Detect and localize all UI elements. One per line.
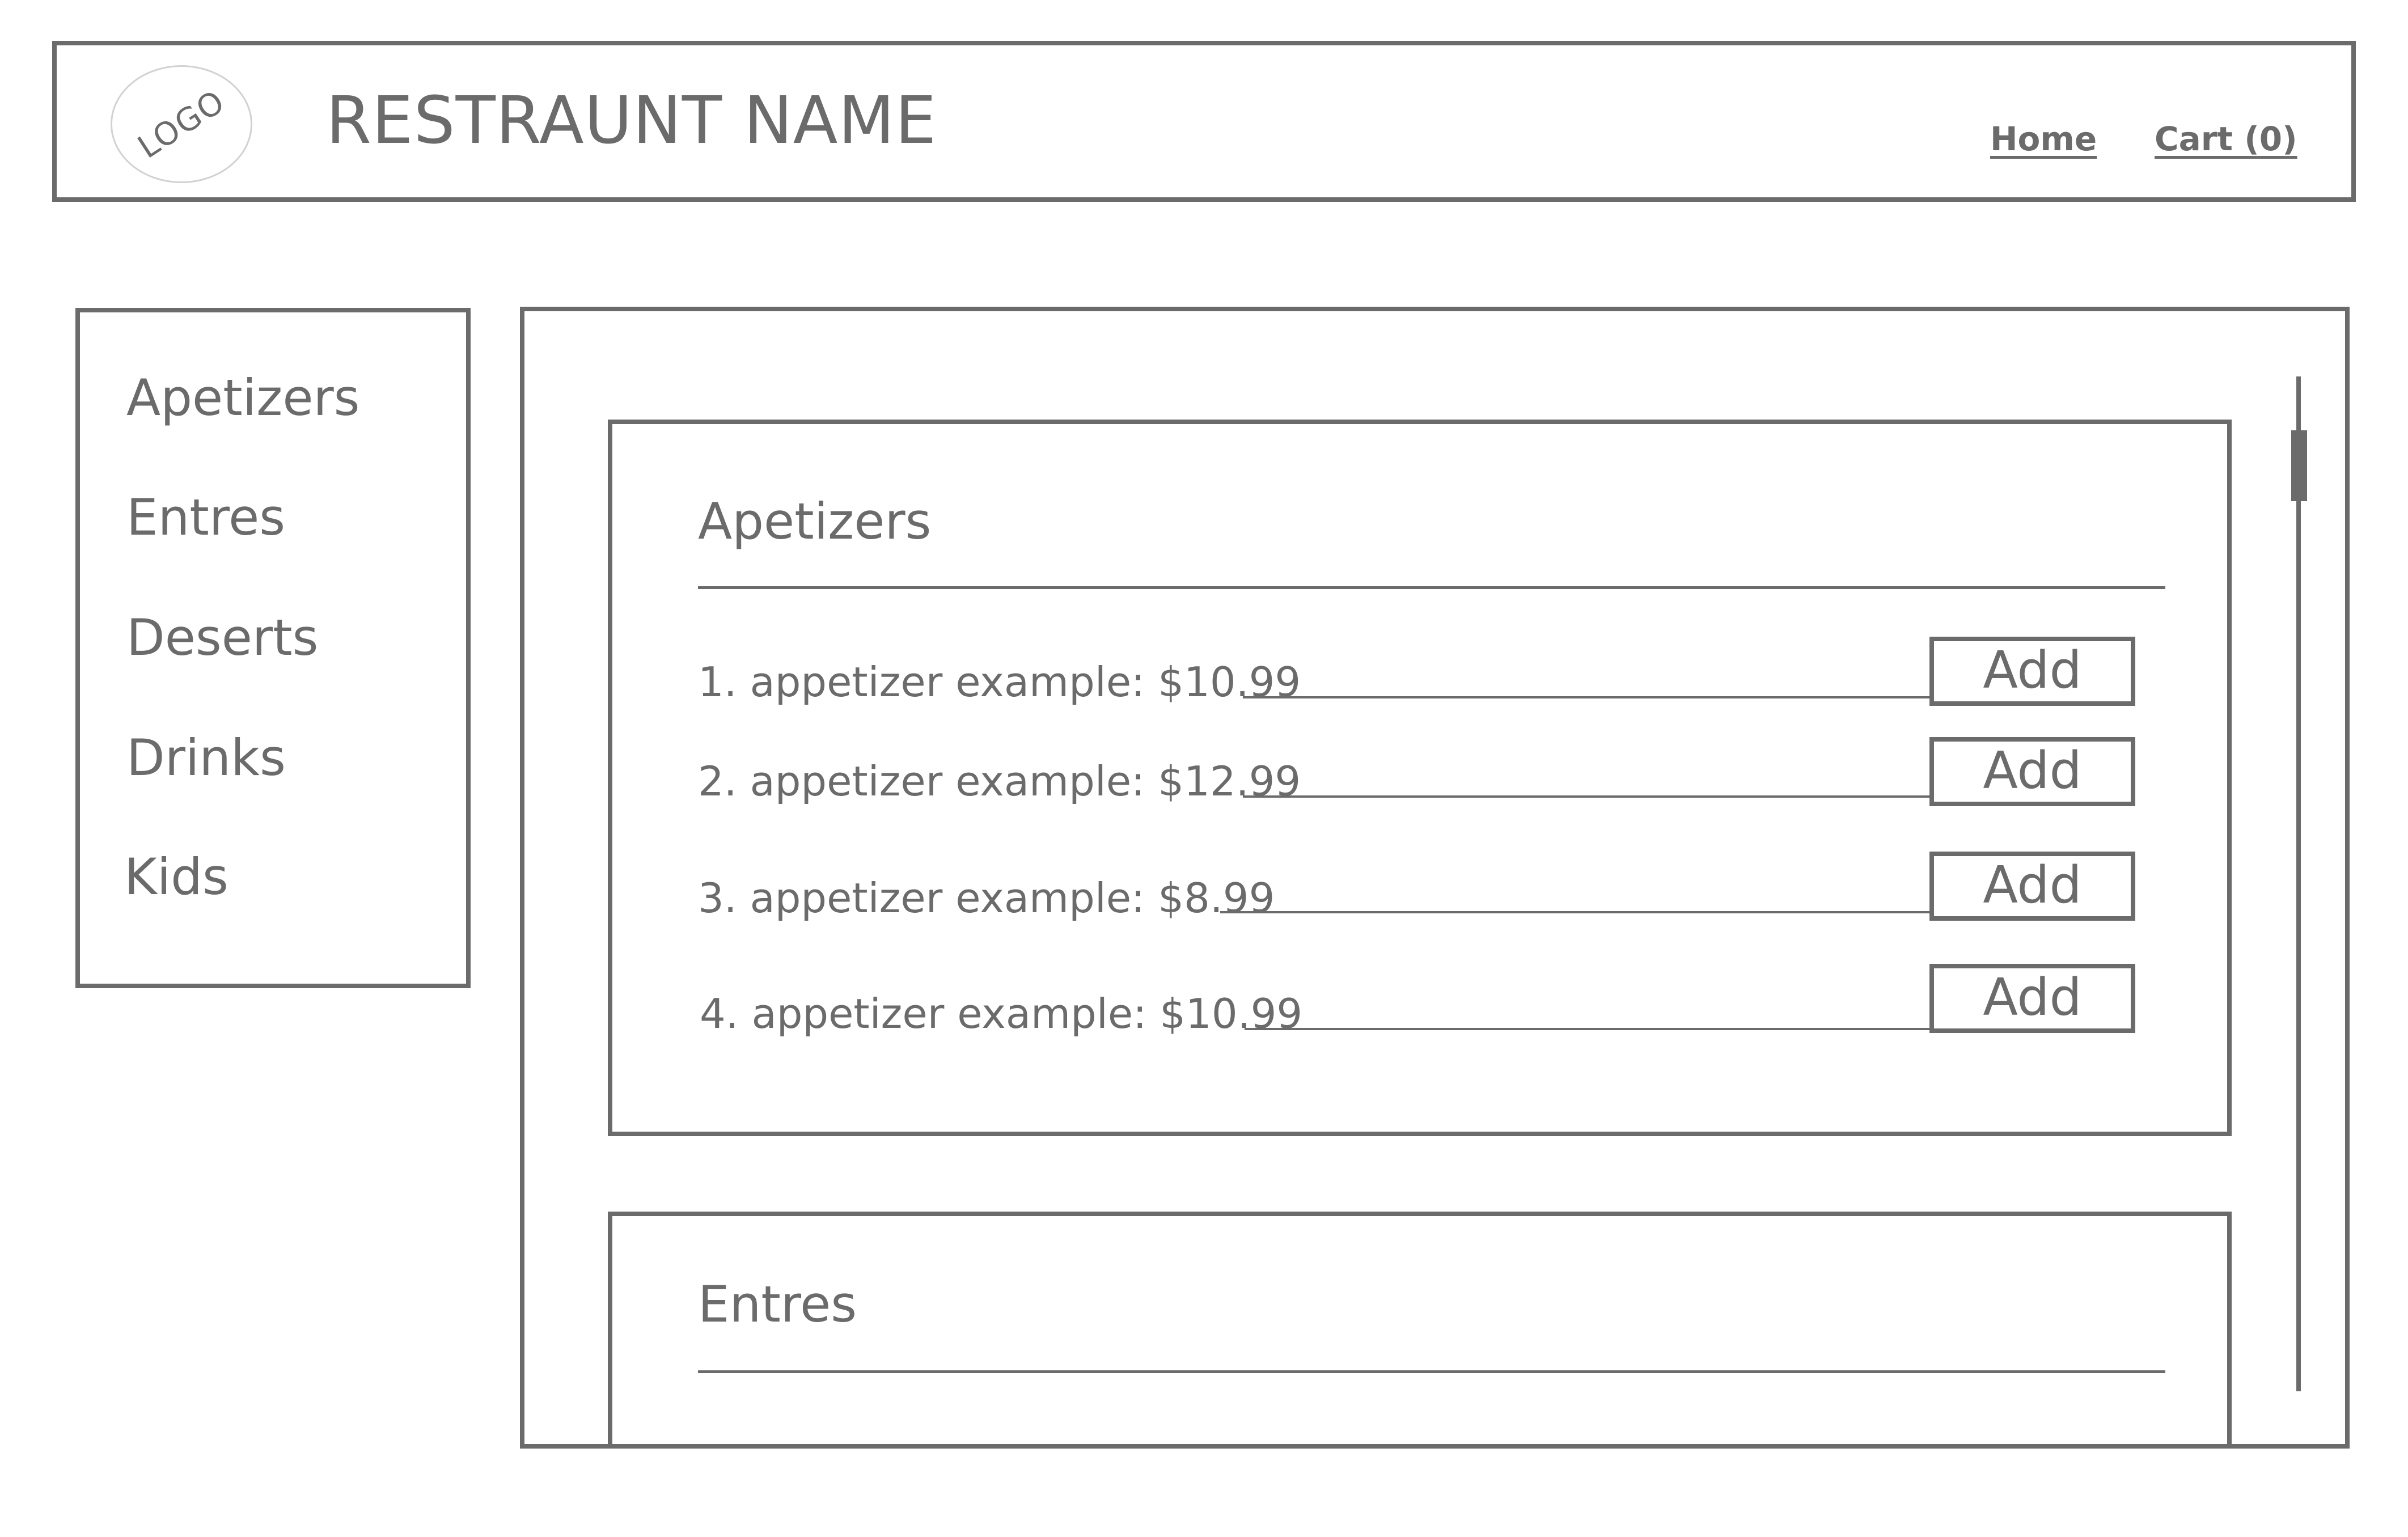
section-title: Entres (698, 1275, 857, 1333)
menu-item-leader-line (1245, 1028, 1929, 1030)
menu-item-leader-line (1243, 696, 1929, 698)
scrollbar-thumb[interactable] (2291, 430, 2307, 501)
sidebar-item-entres[interactable]: Entres (126, 493, 285, 543)
logo[interactable]: LOGO (111, 65, 252, 183)
menu-item-leader-line (1220, 911, 1929, 913)
sidebar-item-kids[interactable]: Kids (124, 852, 228, 902)
sidebar-item-apetizers[interactable]: Apetizers (126, 373, 360, 423)
section-title: Apetizers (698, 492, 932, 551)
site-title: RESTRAUNT NAME (326, 83, 937, 159)
nav-home-link[interactable]: Home (1990, 122, 2097, 155)
menu-item-leader-line (1243, 795, 1929, 798)
nav-cart-link[interactable]: Cart (0) (2155, 122, 2297, 155)
add-button[interactable]: Add (1929, 852, 2135, 921)
add-button[interactable]: Add (1929, 637, 2135, 706)
add-button[interactable]: Add (1929, 964, 2135, 1033)
logo-text: LOGO (131, 82, 232, 166)
scrollbar-track[interactable] (2296, 376, 2301, 1391)
section-divider (698, 1370, 2165, 1373)
menu-item: 1. appetizer example: $10.99 (698, 658, 1301, 706)
section-entres: Entres (608, 1212, 2232, 1444)
menu-item: 4. appetizer example: $10.99 (700, 990, 1303, 1038)
menu-item: 2. appetizer example: $12.99 (698, 757, 1301, 805)
sidebar-item-drinks[interactable]: Drinks (126, 733, 286, 783)
menu-panel[interactable]: Apetizers 1. appetizer example: $10.99 A… (520, 307, 2350, 1449)
section-divider (698, 586, 2165, 589)
section-apetizers: Apetizers 1. appetizer example: $10.99 A… (608, 420, 2232, 1136)
add-button[interactable]: Add (1929, 737, 2135, 806)
menu-item: 3. appetizer example: $8.99 (698, 874, 1275, 922)
header: LOGO RESTRAUNT NAME Home Cart (0) (52, 41, 2356, 202)
sidebar: Apetizers Entres Deserts Drinks Kids (75, 308, 471, 988)
sidebar-item-deserts[interactable]: Deserts (126, 613, 318, 663)
